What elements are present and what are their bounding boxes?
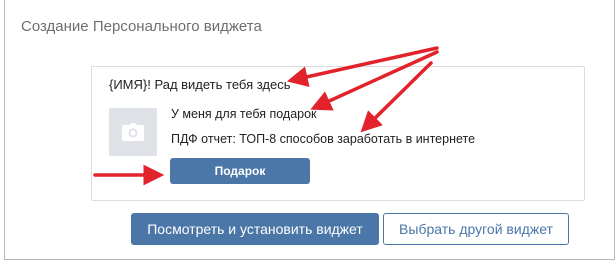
widget-greeting: {ИМЯ}! Рад видеть тебя здесь: [109, 77, 291, 92]
panel-title: Создание Персонального виджета: [21, 18, 262, 35]
choose-other-widget-button[interactable]: Выбрать другой виджет: [383, 213, 569, 245]
gift-button[interactable]: Подарок: [170, 158, 310, 184]
widget-text-line-2: ПДФ отчет: ТОП-8 способов заработать в и…: [171, 132, 476, 146]
widget-text-line-1: У меня для тебя подарок: [171, 107, 317, 121]
camera-icon: [122, 123, 144, 141]
preview-install-widget-button[interactable]: Посмотреть и установить виджет: [131, 213, 379, 245]
widget-image-placeholder: [109, 108, 157, 156]
